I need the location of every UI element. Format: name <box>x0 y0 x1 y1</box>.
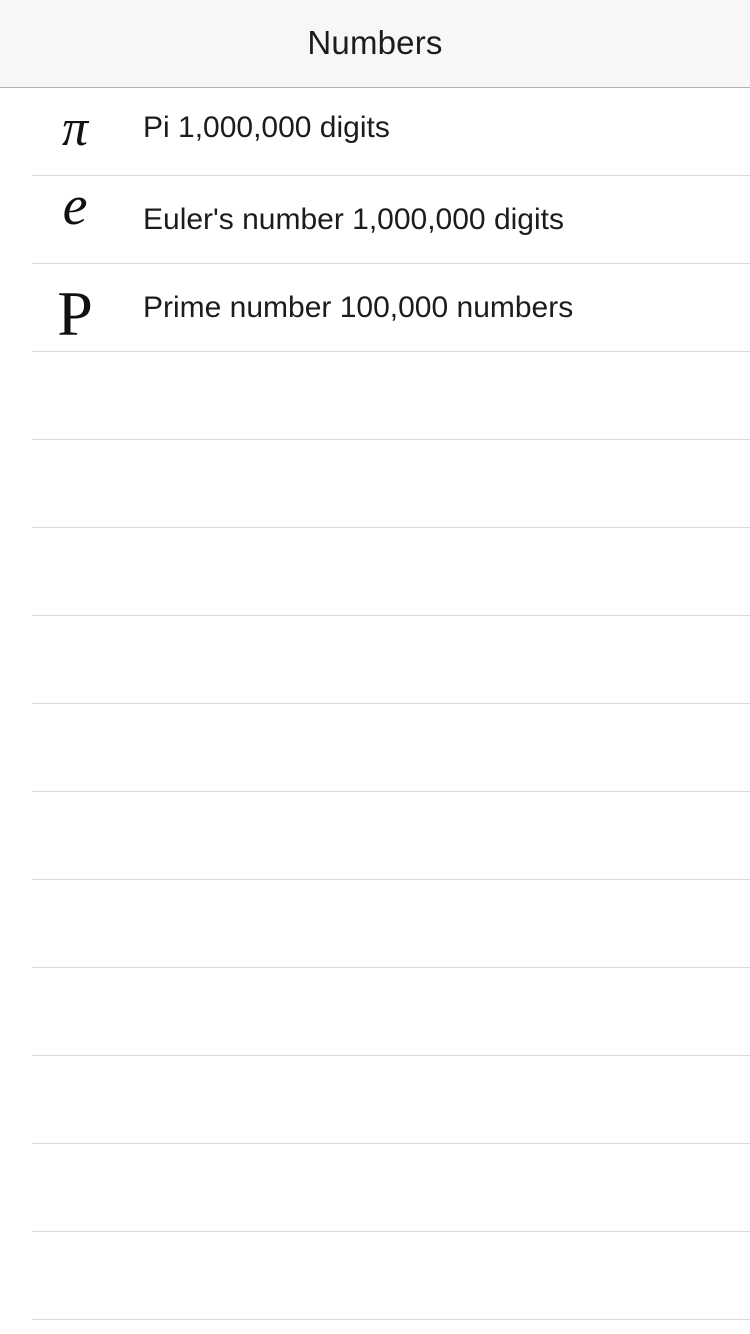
list-item-euler[interactable]: e Euler's number 1,000,000 digits <box>0 175 750 264</box>
list-item-pi[interactable]: π Pi 1,000,000 digits <box>0 88 750 176</box>
empty-row <box>0 352 750 440</box>
numbers-list: π Pi 1,000,000 digits e Euler's number 1… <box>0 88 750 1320</box>
empty-row <box>0 440 750 528</box>
empty-row <box>0 704 750 792</box>
pi-icon: π <box>61 99 89 157</box>
empty-row <box>0 1144 750 1232</box>
euler-e-icon: e <box>62 175 88 237</box>
empty-row <box>0 880 750 968</box>
prime-p-icon: P <box>57 278 93 349</box>
list-item-label: Pi 1,000,000 digits <box>143 111 390 144</box>
list-item-label: Euler's number 1,000,000 digits <box>143 203 564 236</box>
list-item-label: Prime number 100,000 numbers <box>143 291 574 324</box>
page-title: Numbers <box>307 23 443 61</box>
empty-row <box>0 1056 750 1144</box>
navigation-bar: Numbers <box>0 0 750 88</box>
list-item-prime[interactable]: P Prime number 100,000 numbers <box>0 264 750 352</box>
empty-row <box>0 1232 750 1320</box>
empty-rows <box>0 352 750 1320</box>
empty-row <box>0 528 750 616</box>
empty-row <box>0 968 750 1056</box>
empty-row <box>0 616 750 704</box>
empty-row <box>0 792 750 880</box>
